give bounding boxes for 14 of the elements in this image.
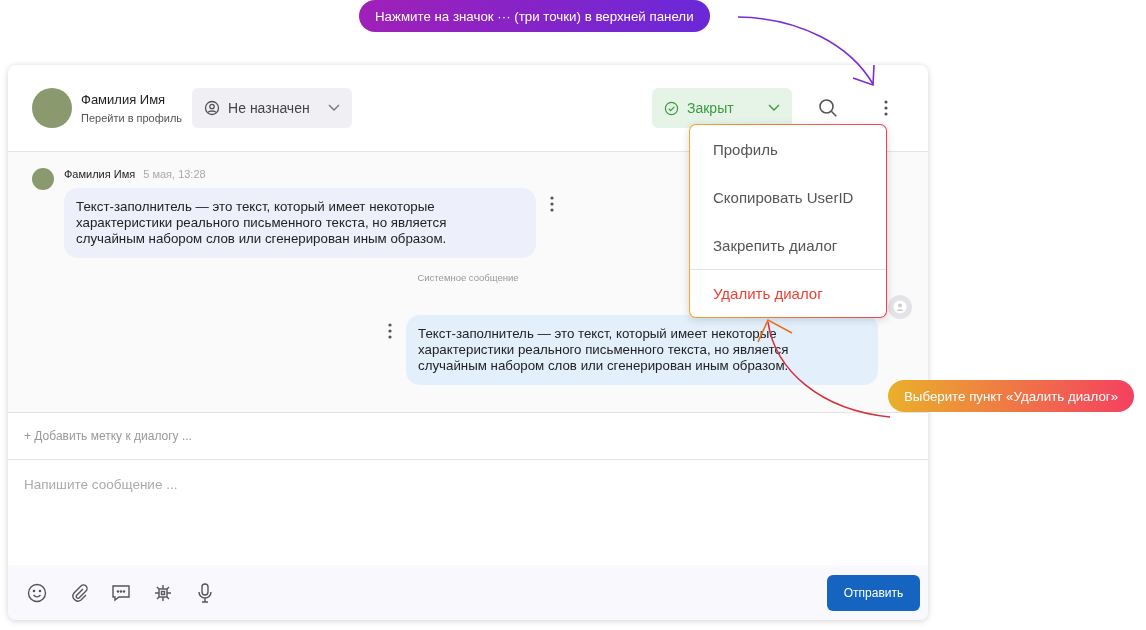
author-name: Фамилия Имя <box>64 168 136 180</box>
profile-link[interactable]: Перейти в профиль <box>81 112 183 124</box>
hint-callout: Нажмите на значок ··· (три точки) в верхней панели <box>359 0 710 32</box>
contact-name: Фамилия Имя <box>81 92 167 107</box>
message-input[interactable]: Напишите сообщение ... <box>8 460 928 565</box>
hint-callout: Выберите пункт «Удалить диалог» <box>888 380 1135 412</box>
menu-item[interactable]: Скопировать UserID <box>690 173 886 221</box>
message-bubble: Текст-заполнитель — это текст, который имеет некоторые характеристики реального письменного текста, но является случайным набором слов или сгенерирован иным образом. <box>64 188 536 258</box>
menu-item[interactable]: Закрепить диалог <box>690 221 886 269</box>
send-button[interactable]: Отправить <box>827 574 920 611</box>
assignee-dropdown[interactable]: Не назначен <box>192 88 353 128</box>
system-message: Системное сообщение <box>417 272 519 283</box>
menu-item[interactable]: Профиль <box>690 125 886 173</box>
message-time: 5 мая, 13:28 <box>143 168 206 180</box>
